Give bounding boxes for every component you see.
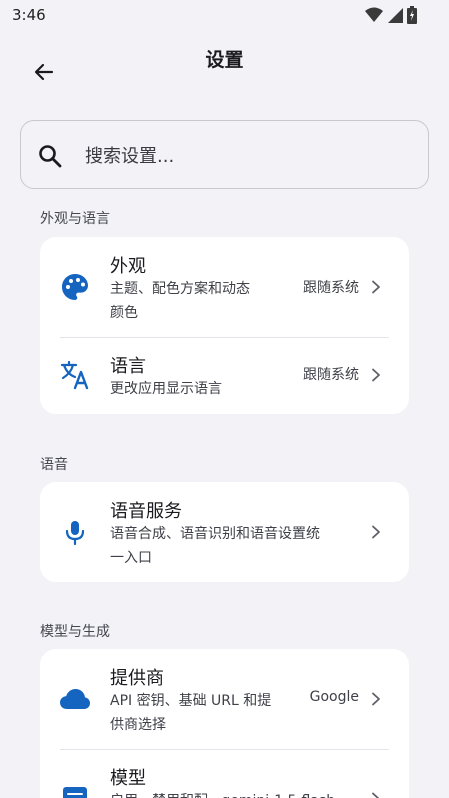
section-header-voice: 语音	[40, 457, 68, 473]
palette-icon	[58, 270, 92, 304]
settings-item-value: 跟随系统	[303, 280, 359, 296]
settings-screen: 3:46 设置 外观与语言	[0, 0, 449, 798]
status-bar: 3:46	[0, 0, 449, 32]
settings-item-value: Google	[309, 689, 359, 705]
translate-icon	[58, 358, 92, 392]
settings-item-subtitle-line-1: 启用、禁用和配...gemini-1.5-flash	[110, 789, 335, 798]
settings-item-voice-service[interactable]: 语音服务 语音合成、语音识别和语音设置统 一入口	[40, 482, 409, 582]
card-appearance-language: 外观 主题、配色方案和动态 颜色 跟随系统 语言 更改应用显示语言 跟随系统	[40, 237, 409, 414]
battery-icon	[407, 6, 417, 24]
settings-item-title: 模型	[110, 768, 146, 789]
search-icon	[39, 145, 62, 168]
section-header-model-generation: 模型与生成	[40, 624, 110, 640]
wifi-icon	[365, 7, 383, 22]
settings-item-subtitle-line-1: API 密钥、基础 URL 和提	[110, 693, 272, 709]
chevron-right-icon	[372, 525, 380, 539]
settings-item-subtitle-line-2: 供商选择	[110, 717, 166, 733]
chevron-right-icon	[372, 368, 380, 382]
model-list-icon	[58, 782, 92, 798]
settings-item-title: 外观	[110, 256, 146, 277]
settings-item-subtitle-line-2: 一入口	[110, 550, 152, 566]
chevron-right-icon	[372, 792, 380, 798]
settings-item-subtitle-line-1: 更改应用显示语言	[110, 381, 222, 397]
chevron-right-icon	[372, 280, 380, 294]
settings-item-title: 语音服务	[110, 501, 182, 522]
cloud-icon	[58, 682, 92, 716]
search-box[interactable]	[20, 120, 429, 189]
card-model-generation: 提供商 API 密钥、基础 URL 和提 供商选择 Google 模型 启用、禁…	[40, 649, 409, 798]
settings-item-value: 跟随系统	[303, 367, 359, 383]
status-time: 3:46	[12, 6, 46, 24]
search-input[interactable]	[85, 141, 405, 171]
settings-item-appearance[interactable]: 外观 主题、配色方案和动态 颜色 跟随系统	[40, 237, 409, 337]
settings-item-provider[interactable]: 提供商 API 密钥、基础 URL 和提 供商选择 Google	[40, 649, 409, 749]
settings-item-title: 语言	[110, 356, 146, 377]
status-icons	[365, 6, 417, 24]
page-title: 设置	[205, 49, 244, 71]
section-header-appearance-language: 外观与语言	[40, 211, 110, 227]
settings-item-subtitle-line-1: 语音合成、语音识别和语音设置统	[110, 526, 320, 542]
card-voice: 语音服务 语音合成、语音识别和语音设置统 一入口	[40, 482, 409, 582]
settings-item-title: 提供商	[110, 668, 164, 689]
microphone-icon	[58, 515, 92, 549]
signal-icon	[388, 8, 403, 23]
settings-item-subtitle-line-2: 颜色	[110, 305, 138, 321]
chevron-right-icon	[372, 692, 380, 706]
settings-item-subtitle-line-1: 主题、配色方案和动态	[110, 281, 250, 297]
settings-item-model[interactable]: 模型 启用、禁用和配...gemini-1.5-flash	[40, 749, 409, 798]
settings-item-language[interactable]: 语言 更改应用显示语言 跟随系统	[40, 337, 409, 414]
app-bar: 设置	[0, 32, 449, 108]
